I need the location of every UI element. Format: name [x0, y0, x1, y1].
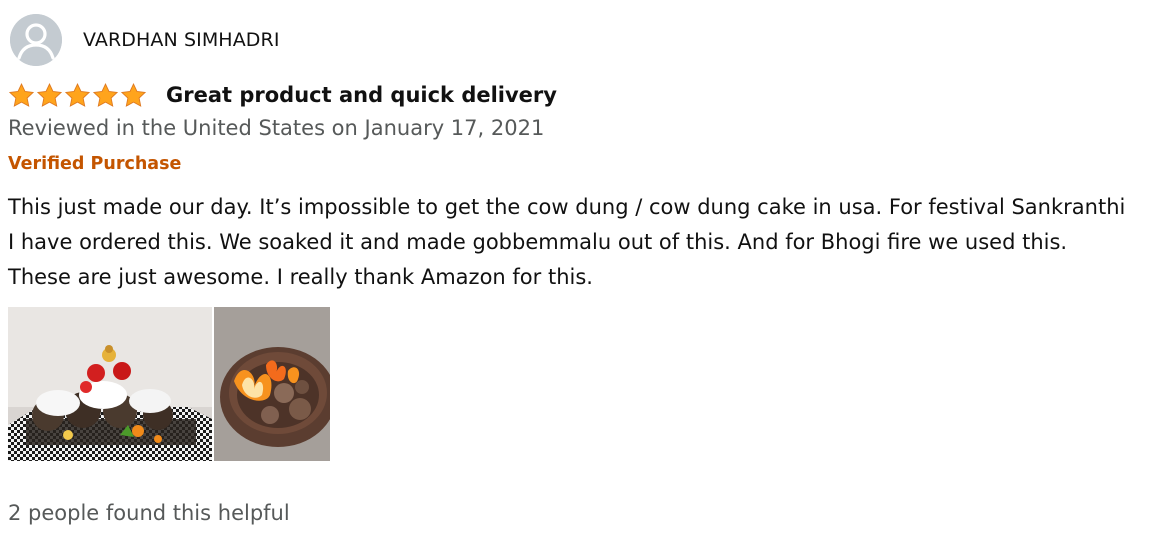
review-date: Reviewed in the United States on January… [8, 116, 545, 140]
star-icon [92, 82, 119, 107]
star-icon [120, 82, 147, 107]
review-image-decoration[interactable] [8, 307, 212, 461]
review-title[interactable]: Great product and quick delivery [166, 83, 557, 107]
review-image-bhogi-fire[interactable] [214, 307, 330, 461]
reviewer-profile[interactable]: VARDHAN SIMHADRI [10, 14, 280, 66]
star-icon [64, 82, 91, 107]
star-icon [8, 82, 35, 107]
star-rating[interactable] [8, 82, 148, 109]
helpful-count: 2 people found this helpful [8, 501, 290, 525]
star-icon [36, 82, 63, 107]
reviewer-name[interactable]: VARDHAN SIMHADRI [83, 29, 280, 51]
verified-purchase-badge[interactable]: Verified Purchase [8, 154, 181, 174]
customer-review: VARDHAN SIMHADRI Great product and quick… [0, 0, 1152, 539]
review-body: This just made our day. It’s impossible … [8, 195, 1126, 289]
default-user-avatar-icon [10, 14, 62, 66]
rating-row: Great product and quick delivery [8, 80, 557, 110]
review-images [8, 307, 330, 461]
